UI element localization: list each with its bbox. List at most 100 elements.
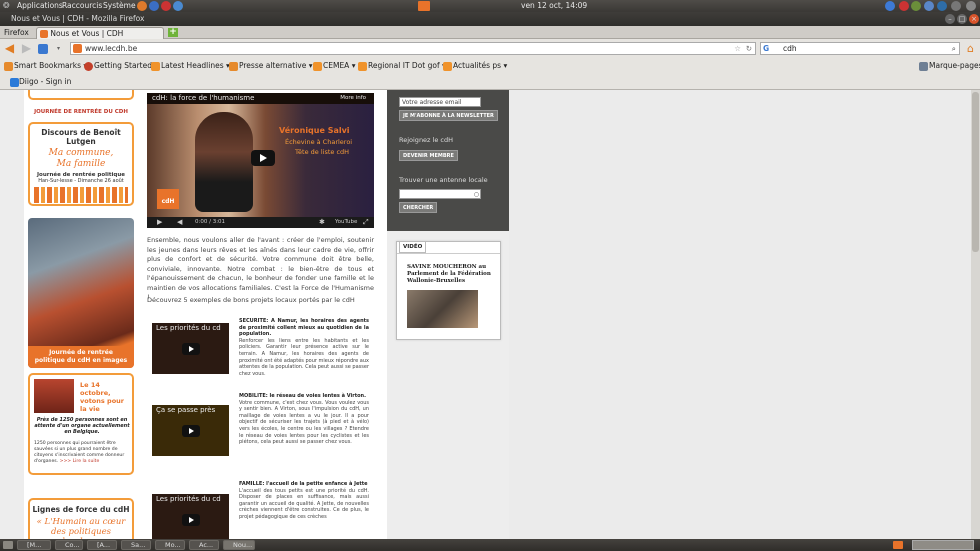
vote-bold-text: Près de 1250 personnes sont en attente d…	[34, 417, 130, 436]
article-mobilite: MOBILITE: le réseau de voies lentes à Vi…	[239, 393, 369, 446]
volume-tray-icon[interactable]	[951, 1, 961, 11]
shutdown-tray-icon[interactable]	[966, 1, 976, 11]
lignes-de-force-card[interactable]: Lignes de force du cdH « L'Humain au cœu…	[28, 498, 134, 539]
article-title[interactable]: SECURITE: A Namur, les horaires des agen…	[239, 318, 369, 337]
close-icon[interactable]: ×	[969, 14, 979, 24]
video-more-info[interactable]: More info	[340, 95, 366, 101]
alert-tray-icon[interactable]	[899, 1, 909, 11]
play-control-icon[interactable]: ▶	[157, 218, 162, 226]
bookmark-star-icon[interactable]: ☆	[734, 43, 741, 54]
bookmark-smart-bookmarks[interactable]: Smart Bookmarks ▾	[4, 58, 87, 73]
dropdown-arrow-icon[interactable]: ▾	[52, 42, 65, 55]
firefox-taskbar-icon[interactable]	[893, 541, 903, 549]
gnome-foot-icon[interactable]: ❂	[3, 0, 10, 12]
play-button[interactable]	[251, 150, 275, 166]
workspace-switcher[interactable]	[912, 540, 974, 550]
video-title[interactable]: cdH: la force de l'humanisme	[152, 94, 254, 102]
minimize-icon[interactable]: –	[945, 14, 955, 24]
video-widget-caption[interactable]: SAVINE MOUCHERON au Parlement de la Fédé…	[407, 264, 493, 285]
rss-icon	[358, 61, 367, 71]
taskbar-item[interactable]: Sa...	[121, 540, 151, 550]
home-icon[interactable]: ⌂	[964, 42, 977, 55]
url-input[interactable]: www.lecdh.be ☆ ↻	[70, 42, 756, 55]
taskbar-item[interactable]: [A...	[87, 540, 117, 550]
article-title[interactable]: MOBILITE: le réseau de voies lentes à Vi…	[239, 393, 366, 399]
play-icon[interactable]	[182, 425, 200, 437]
firefox-menu-button[interactable]: Firefox	[4, 26, 29, 39]
video-widget-thumbnail[interactable]	[407, 290, 478, 328]
play-icon[interactable]	[182, 343, 200, 355]
article-video-thumbnail[interactable]: Les priorités du cd	[152, 323, 229, 374]
bookmark-getting-started[interactable]: Getting Started	[84, 58, 152, 73]
play-icon[interactable]	[182, 514, 200, 526]
network-tray-icon[interactable]	[911, 1, 921, 11]
lignes-slogan: « L'Humain au cœur des politiques locale…	[36, 517, 126, 539]
new-tab-button[interactable]: +	[168, 28, 178, 37]
mail-tray-icon[interactable]	[937, 1, 947, 11]
taskbar-item[interactable]: [M...	[17, 540, 51, 550]
rentree-images-card[interactable]: Journée de rentrée politique du cdH en i…	[28, 218, 134, 368]
fullscreen-icon[interactable]: ⤢	[363, 218, 369, 227]
article-video-thumbnail[interactable]: Ça se passe près	[152, 405, 229, 456]
power-launcher-icon[interactable]	[161, 1, 171, 11]
show-desktop-icon[interactable]	[3, 541, 13, 549]
bookmark-actualites-ps[interactable]: Actualités ps ▾	[443, 58, 507, 73]
page-scrollbar[interactable]	[971, 90, 980, 539]
video-widget: VIDÉO SAVINE MOUCHERON au Parlement de l…	[396, 241, 501, 340]
main-video-player[interactable]: cdH: la force de l'humanisme More info V…	[147, 93, 374, 228]
panel-clock[interactable]: ven 12 oct, 14:09	[521, 0, 587, 12]
bookmark-latest-headlines[interactable]: Latest Headlines ▾	[151, 58, 230, 73]
info-tray-icon[interactable]	[885, 1, 895, 11]
taskbar-item-active[interactable]: Nou...	[223, 540, 255, 550]
newsletter-email-input[interactable]: Votre adresse email	[399, 97, 481, 107]
intro-text: Ensemble, nous voulons aller de l'avant …	[147, 236, 374, 301]
taskbar-item[interactable]: Co...	[55, 540, 83, 550]
bookmarks-menu-button[interactable]: Marque-pages	[919, 58, 980, 73]
diigo-signin-button[interactable]: Diigo - Sign in	[10, 73, 71, 90]
menu-raccourcis[interactable]: Raccourcis	[62, 0, 102, 12]
folder-icon[interactable]	[418, 1, 430, 11]
bookmark-cemea[interactable]: CEMEA ▾	[313, 58, 355, 73]
scrollbar-thumb[interactable]	[972, 92, 979, 252]
overlay-role2: Tête de liste cdH	[295, 148, 350, 156]
search-icon[interactable]: ⌕	[952, 43, 956, 54]
tab-video[interactable]: VIDÉO	[399, 242, 427, 253]
help-launcher-icon[interactable]	[149, 1, 159, 11]
volume-icon[interactable]: ◀	[177, 218, 182, 226]
video-thumb-title: Les priorités du cd	[156, 324, 221, 332]
menu-applications[interactable]: Applications	[17, 0, 63, 12]
chercher-button[interactable]: CHERCHER	[399, 202, 438, 213]
antenne-search-input[interactable]: ○	[399, 189, 481, 199]
identity-icon[interactable]	[38, 44, 48, 54]
menu-systeme[interactable]: Système	[103, 0, 136, 12]
bluetooth-tray-icon[interactable]	[924, 1, 934, 11]
bookmark-presse-alternative[interactable]: Presse alternative ▾	[229, 58, 313, 73]
rss-icon	[443, 61, 452, 71]
article-title[interactable]: FAMILLE: l'accueil de la petite enfance …	[239, 481, 368, 487]
mail-launcher-icon[interactable]	[173, 1, 183, 11]
don-organes-card[interactable]: Le 14 octobre, votons pour la vie Près d…	[28, 373, 134, 475]
back-arrow-icon[interactable]: ◀	[3, 42, 16, 55]
youtube-logo-icon[interactable]: YouTube	[335, 219, 357, 225]
tab-nous-et-vous[interactable]: Nous et Vous | CDH	[36, 27, 164, 39]
lutgen-promo-card[interactable]: Discours de Benoît Lutgen Ma commune, Ma…	[28, 122, 134, 206]
newsletter-subscribe-button[interactable]: JE M'ABONNE À LA NEWSLETTER	[399, 110, 498, 121]
become-member-button[interactable]: DEVENIR MEMBRE	[399, 150, 458, 161]
addon-toolbar: Diigo - Sign in	[0, 73, 980, 90]
bookmark-regional-it[interactable]: Regional IT Dot gof ▾	[358, 58, 446, 73]
firefox-launcher-icon[interactable]	[137, 1, 147, 11]
cdh-favicon-icon	[40, 30, 48, 38]
settings-icon[interactable]: ✱	[319, 218, 325, 226]
promo-top-fragment[interactable]	[28, 90, 134, 100]
taskbar-item[interactable]: Mo...	[155, 540, 185, 550]
bookmarks-toolbar: Smart Bookmarks ▾ Getting Started Latest…	[0, 58, 980, 73]
forward-arrow-icon[interactable]: ▶	[20, 42, 33, 55]
reload-icon[interactable]: ↻	[746, 43, 752, 54]
vote-read-more-link[interactable]: >>> Lire la suite	[60, 459, 100, 464]
search-engine-icon[interactable]: G	[763, 43, 769, 54]
maximize-icon[interactable]: □	[957, 14, 967, 24]
search-input[interactable]: G cdh ⌕	[760, 42, 960, 55]
taskbar-item[interactable]: Ac...	[189, 540, 219, 550]
video-time: 0:00 / 3:01	[195, 219, 226, 225]
article-video-thumbnail[interactable]: Les priorités du cd	[152, 494, 229, 539]
